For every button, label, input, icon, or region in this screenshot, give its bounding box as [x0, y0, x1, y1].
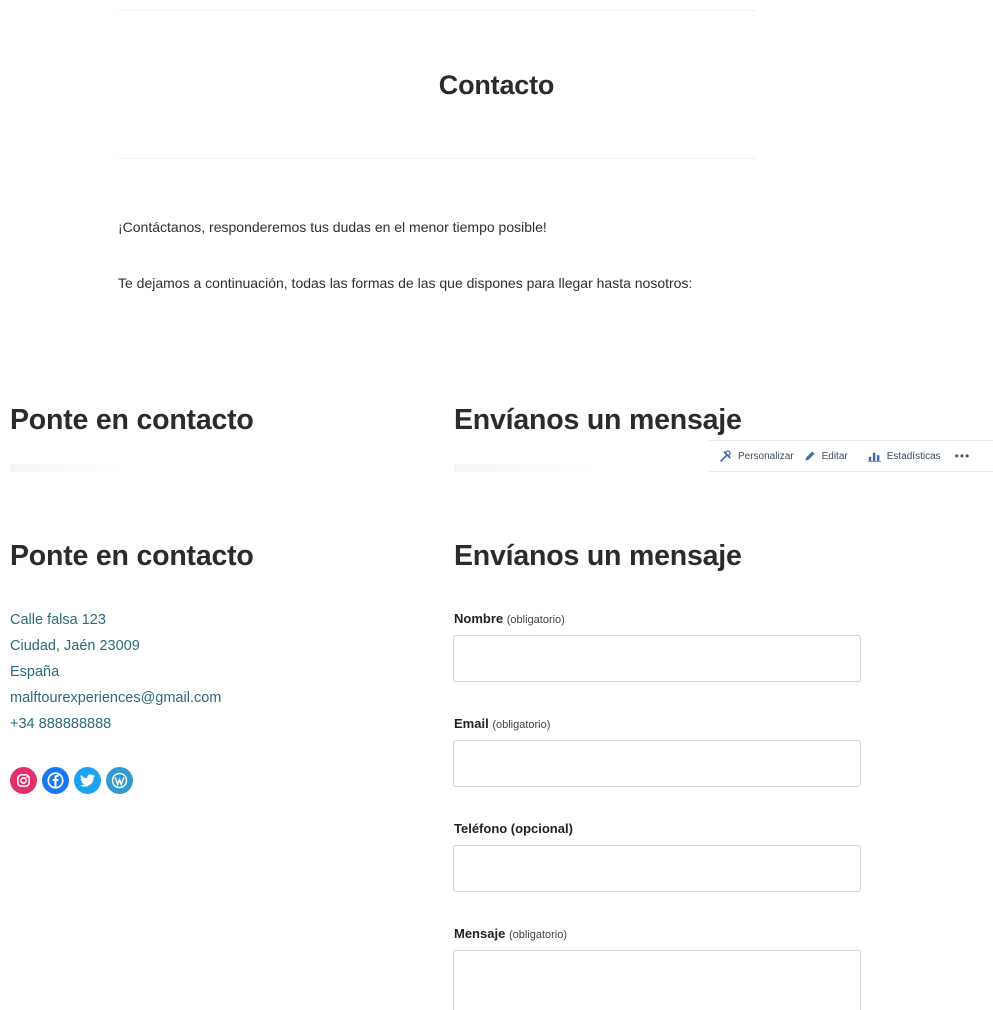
required-note: (obligatorio) [506, 614, 565, 626]
email-label: Email (obligatorio) [454, 716, 550, 731]
wordpress-link[interactable] [106, 767, 133, 794]
admin-toolbar: Personalizar Editar Estadísticas ••• [709, 440, 993, 472]
message-label: Mensaje (obligatorio) [454, 926, 567, 941]
name-label-text: Nombre [454, 611, 504, 626]
contact-heading: Ponte en contacto [10, 540, 254, 572]
contact-email-link[interactable]: malftourexperiences@gmail.com [10, 685, 221, 711]
name-field[interactable] [453, 635, 861, 682]
contact-details: Calle falsa 123 Ciudad, Jaén 23009 Españ… [10, 607, 221, 737]
preview-contact-heading: Ponte en contacto [10, 404, 254, 436]
twitter-link[interactable] [74, 767, 101, 794]
stats-button[interactable]: Estadísticas [867, 450, 941, 462]
message-form-heading: Envíanos un mensaje [454, 540, 742, 572]
phone-field[interactable] [453, 845, 861, 892]
social-links [10, 767, 133, 794]
phone-label: Teléfono (opcional) [454, 821, 573, 836]
required-note: (obligatorio) [492, 719, 551, 731]
wordpress-icon [111, 772, 128, 789]
pencil-icon [805, 451, 815, 461]
preview-placeholder-bar [454, 464, 594, 472]
email-field[interactable] [453, 740, 861, 787]
instagram-link[interactable] [10, 767, 37, 794]
preview-message-heading: Envíanos un mensaje [454, 404, 742, 436]
message-label-text: Mensaje [454, 926, 506, 941]
customize-label: Personalizar [738, 450, 794, 462]
address-line-1: Calle falsa 123 [10, 612, 106, 628]
message-field[interactable] [453, 950, 861, 1010]
email-label-text: Email [454, 716, 489, 731]
edit-label: Editar [821, 450, 848, 462]
contact-phone-link[interactable]: +34 888888888 [10, 711, 221, 737]
required-note: (obligatorio) [508, 929, 568, 941]
more-options-button[interactable]: ••• [955, 449, 971, 463]
tools-icon [720, 449, 731, 462]
address-line-2: Ciudad, Jaén 23009 [10, 638, 140, 654]
phone-label-text: Teléfono (opcional) [454, 821, 573, 836]
instagram-icon [17, 774, 30, 787]
preview-placeholder-bar [10, 464, 120, 472]
facebook-link[interactable] [42, 767, 69, 794]
edit-button[interactable]: Editar [804, 450, 848, 462]
address-country: España [10, 664, 60, 680]
customize-button[interactable]: Personalizar [719, 449, 794, 463]
intro-text-1: ¡Contáctanos, responderemos tus dudas en… [118, 219, 547, 235]
bar-chart-icon [867, 452, 881, 462]
top-divider [118, 10, 755, 11]
stats-label: Estadísticas [886, 450, 941, 462]
intro-text-2: Te dejamos a continuación, todas las for… [118, 275, 693, 291]
title-divider [118, 158, 755, 159]
name-label: Nombre (obligatorio) [454, 611, 565, 626]
page-title: Contacto [438, 70, 555, 100]
facebook-icon [47, 772, 64, 789]
twitter-icon [80, 774, 95, 787]
